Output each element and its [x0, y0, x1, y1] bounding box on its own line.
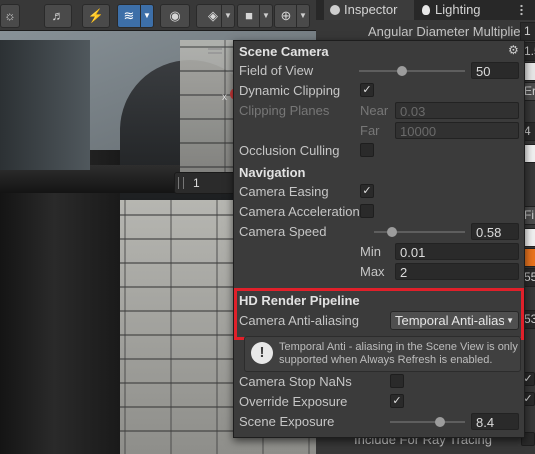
- hdrp-highlight-box: [234, 288, 524, 340]
- far-clip-input[interactable]: 10000: [395, 122, 519, 139]
- info-icon: [330, 5, 340, 15]
- scene-exposure-label: Scene Exposure: [239, 414, 335, 429]
- scene-pillar-top: [0, 40, 90, 170]
- camera-speed-input[interactable]: 0.58: [471, 223, 519, 240]
- camera-speed-min-input[interactable]: 0.01: [395, 243, 519, 260]
- light-toggle-icon[interactable]: ☼: [0, 4, 20, 28]
- scene-pillar: [0, 150, 120, 454]
- warning-info-icon: !: [251, 342, 273, 364]
- kebab-menu-icon[interactable]: [520, 4, 523, 16]
- camera-speed-max-input[interactable]: 2: [395, 263, 519, 280]
- scene-camera-popup: Scene Camera ⚙ Field of View 50 Dynamic …: [233, 40, 525, 438]
- gizmos-icon[interactable]: ⊕: [274, 4, 298, 28]
- override-exposure-checkbox[interactable]: ✓: [390, 394, 404, 408]
- scene-overlay-field-panel: 1: [174, 172, 238, 194]
- scene-axis-x-label: x: [222, 92, 227, 103]
- tab-lighting[interactable]: Lighting: [418, 0, 498, 20]
- inspector-tab-bar: Inspector Lighting: [316, 0, 535, 21]
- dynamic-clipping-checkbox[interactable]: ✓: [360, 83, 374, 97]
- override-exposure-label: Override Exposure: [239, 394, 348, 409]
- chevron-down-icon[interactable]: ▼: [296, 4, 310, 28]
- scene-wall-upper: [180, 40, 240, 190]
- camera-acceleration-checkbox[interactable]: [360, 204, 374, 218]
- camera-stop-nans-checkbox[interactable]: [390, 374, 404, 388]
- field-of-view-input[interactable]: 50: [471, 62, 519, 79]
- hidden-objects-icon[interactable]: ◉: [160, 4, 190, 28]
- field-of-view-slider-knob[interactable]: [397, 66, 407, 76]
- occlusion-culling-checkbox[interactable]: [360, 143, 374, 157]
- scene-overlay-menu-icon[interactable]: [208, 48, 222, 50]
- far-label: Far: [360, 123, 380, 138]
- camera-easing-label: Camera Easing: [239, 184, 329, 199]
- chevron-down-icon[interactable]: ▼: [221, 4, 235, 28]
- chevron-down-icon[interactable]: ▼: [259, 4, 273, 28]
- dynamic-clipping-label: Dynamic Clipping: [239, 83, 341, 98]
- scene-exposure-slider-knob[interactable]: [435, 417, 445, 427]
- navigation-header: Navigation: [239, 165, 306, 180]
- scene-overlay-field[interactable]: 1: [193, 175, 235, 191]
- lightbulb-icon: [422, 5, 430, 15]
- audio-toggle-icon[interactable]: ♬: [44, 4, 72, 28]
- max-label: Max: [360, 264, 385, 279]
- gear-icon[interactable]: ⚙: [508, 43, 519, 57]
- layers-toggle-icon[interactable]: ≋: [117, 4, 141, 28]
- camera-easing-checkbox[interactable]: ✓: [360, 184, 374, 198]
- scene-exposure-input[interactable]: 8.4: [471, 413, 519, 430]
- angular-diameter-field[interactable]: 1: [520, 22, 535, 41]
- occlusion-culling-label: Occlusion Culling: [239, 143, 340, 158]
- tab-inspector[interactable]: Inspector: [324, 0, 414, 20]
- drag-handle-icon[interactable]: [178, 177, 184, 189]
- near-clip-input[interactable]: 0.03: [395, 102, 519, 119]
- help-text-line1: Temporal Anti - aliasing in the Scene Vi…: [279, 341, 518, 353]
- scene-camera-title: Scene Camera: [239, 44, 329, 59]
- field-of-view-label: Field of View: [239, 63, 314, 78]
- min-label: Min: [360, 244, 381, 259]
- chevron-down-icon[interactable]: ▼: [140, 4, 154, 28]
- scene-exposure-slider[interactable]: [390, 421, 465, 423]
- near-label: Near: [360, 103, 389, 118]
- camera-speed-slider-knob[interactable]: [387, 227, 397, 237]
- camera-acceleration-label: Camera Acceleration: [239, 204, 360, 219]
- effects-toggle-icon[interactable]: ⚡: [82, 4, 110, 28]
- scene-toolbar: ☼ ♬ ⚡ ≋ ▼ ◉ ◈ ▼ ■ ▼ ⊕ ▼: [0, 0, 316, 31]
- camera-speed-label: Camera Speed: [239, 224, 327, 239]
- camera-stop-nans-label: Camera Stop NaNs: [239, 374, 352, 389]
- help-text-line2: supported when Always Refresh is enabled…: [279, 354, 493, 366]
- angular-diameter-label: Angular Diameter Multiplie: [368, 24, 521, 39]
- camera-icon[interactable]: ■: [237, 4, 261, 28]
- field-of-view-slider[interactable]: [359, 70, 465, 72]
- help-box: ! Temporal Anti - aliasing in the Scene …: [244, 336, 521, 372]
- clipping-planes-label: Clipping Planes: [239, 103, 330, 118]
